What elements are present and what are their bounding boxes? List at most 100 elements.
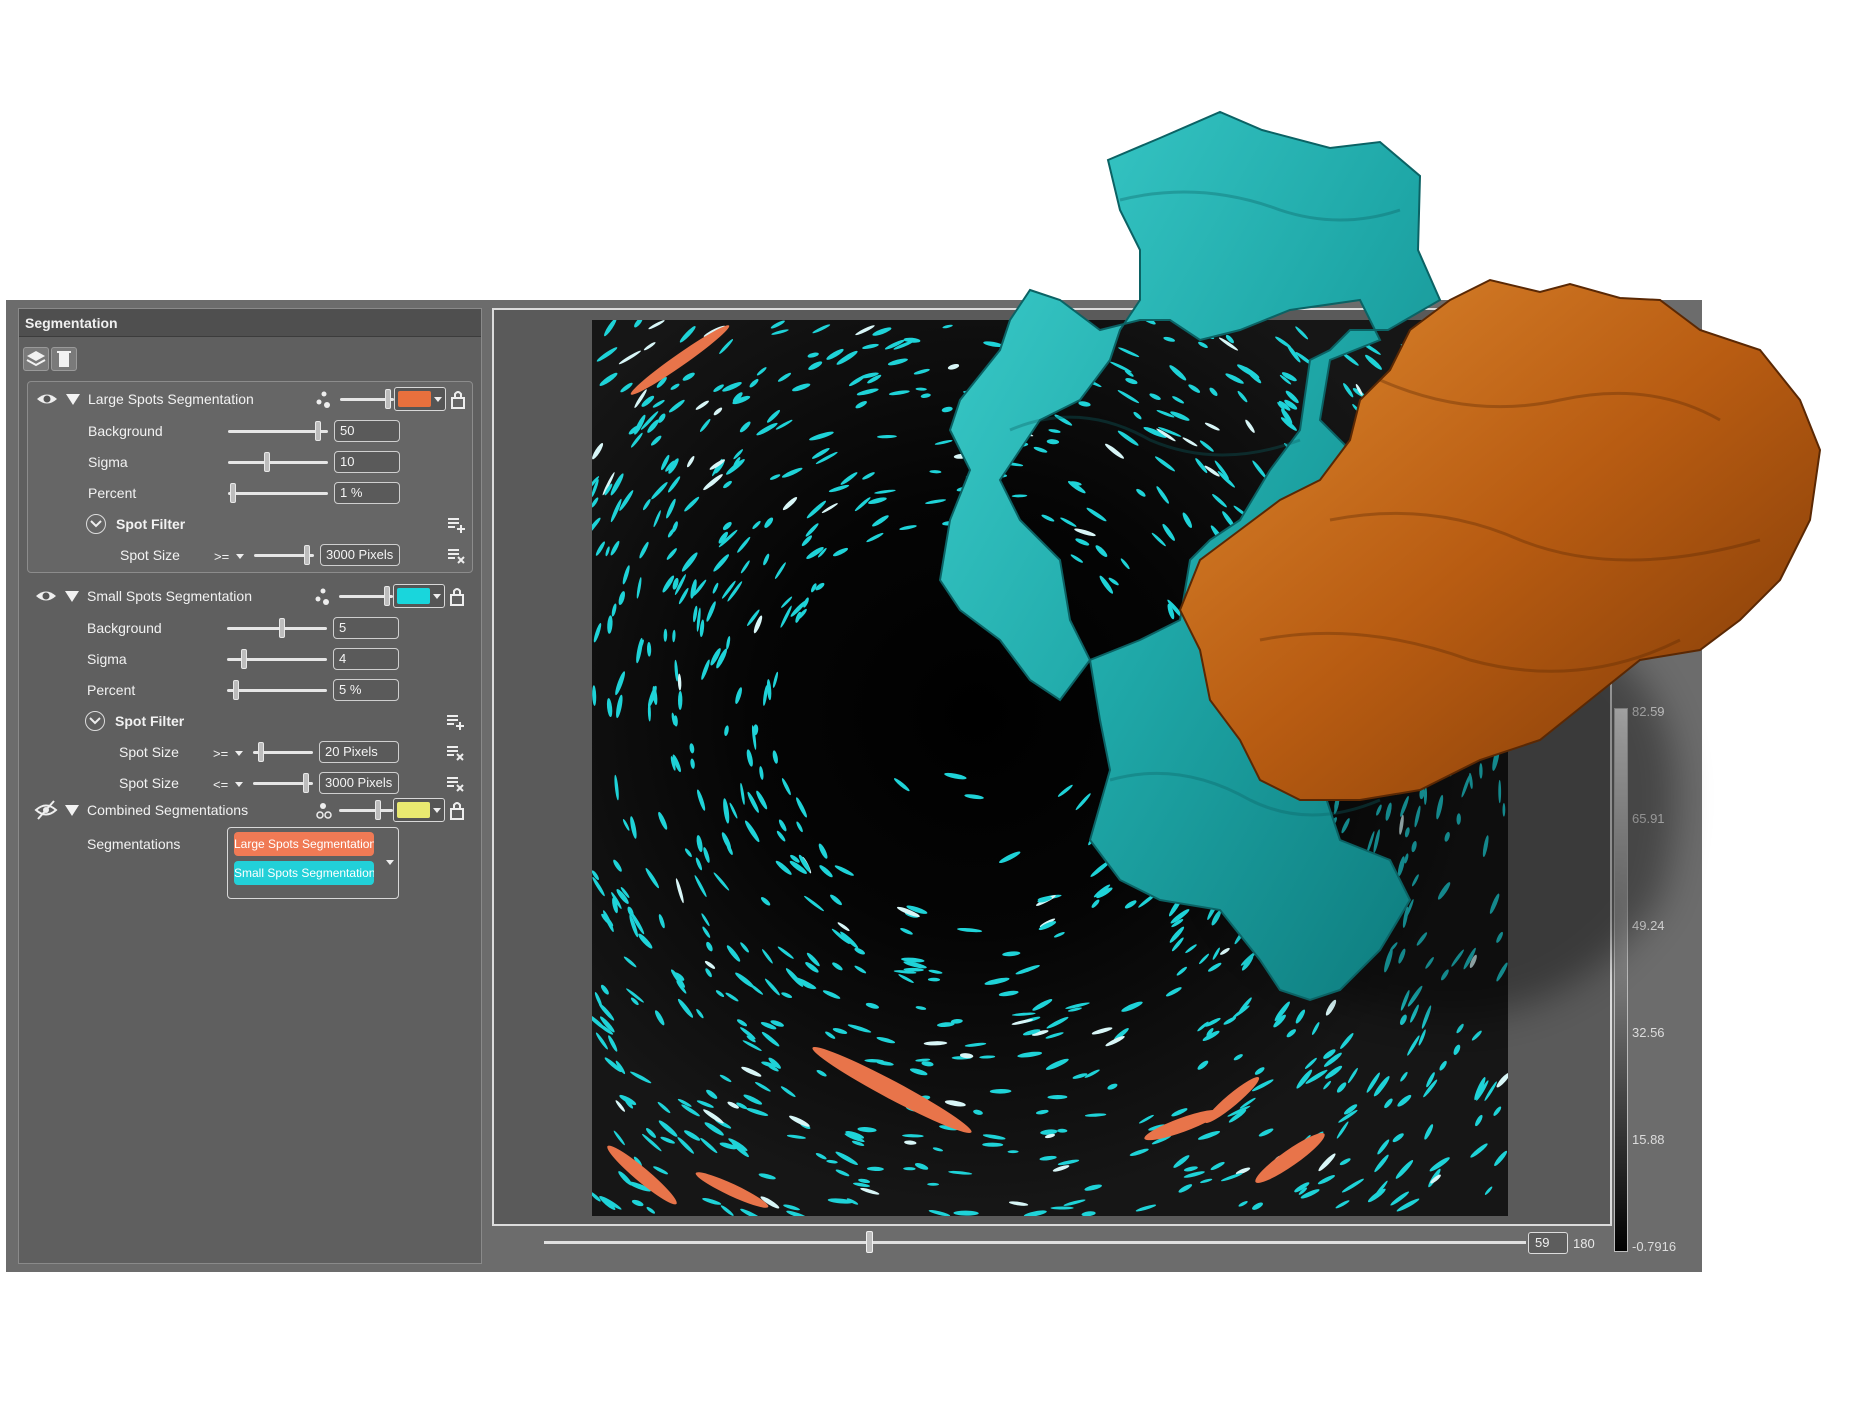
filter-input[interactable]: 3000 Pixels	[320, 544, 400, 566]
color-swatch	[397, 802, 430, 818]
color-picker[interactable]	[393, 798, 445, 822]
param-slider[interactable]	[263, 452, 270, 472]
add-filter-icon[interactable]	[445, 711, 465, 731]
small-spots-header: Small Spots Segmentation	[27, 581, 473, 611]
color-swatch	[398, 391, 431, 407]
filter-operator[interactable]: >=	[213, 747, 228, 760]
color-picker[interactable]	[394, 387, 446, 411]
param-slider[interactable]	[315, 421, 322, 441]
filter-slider[interactable]	[304, 545, 311, 565]
segmentation-app: Segmentation Large Spots Segmentation Ba…	[6, 300, 1702, 1272]
remove-filter-icon[interactable]	[446, 545, 466, 565]
lock-icon[interactable]	[448, 798, 466, 822]
param-label: Sigma	[88, 454, 128, 470]
combine-icon	[316, 803, 332, 819]
colormap-tick-label: -0.7916	[1632, 1239, 1677, 1254]
spot-filter-label: Spot Filter	[115, 713, 185, 729]
eye-icon[interactable]	[33, 581, 59, 611]
param-label: Background	[88, 423, 163, 439]
param-row: Percent 5 %	[27, 675, 473, 705]
param-label: Sigma	[87, 651, 127, 667]
color-picker[interactable]	[393, 584, 445, 608]
microscopy-image[interactable]	[592, 320, 1508, 1216]
slice-slider[interactable]	[865, 1231, 873, 1253]
combined-group: Combined Segmentations Segmentations Lar…	[27, 793, 473, 923]
segmentations-select[interactable]: Large Spots Segmentation Small Spots Segm…	[227, 827, 399, 899]
filter-slider[interactable]	[303, 773, 310, 793]
filter-input[interactable]: 20 Pixels	[319, 741, 399, 763]
eye-hidden-icon[interactable]	[33, 795, 59, 825]
opacity-track	[339, 809, 393, 812]
collapse-triangle-icon[interactable]	[66, 394, 80, 405]
combined-header: Combined Segmentations	[27, 795, 473, 825]
segmentations-label: Segmentations	[87, 836, 181, 852]
param-row: Sigma 10	[28, 447, 474, 477]
image-viewer[interactable]	[492, 308, 1612, 1226]
chevron-down-icon[interactable]	[235, 782, 243, 787]
segmentation-chip[interactable]: Small Spots Segmentation	[234, 861, 374, 885]
remove-filter-icon[interactable]	[445, 742, 465, 762]
chevron-down-icon	[433, 808, 441, 813]
filter-label: Spot Size	[120, 547, 180, 563]
param-input[interactable]: 5	[333, 617, 399, 639]
delete-icon	[57, 351, 71, 367]
remove-filter-icon[interactable]	[445, 773, 465, 793]
slice-slider-track	[544, 1241, 1526, 1244]
delete-button[interactable]	[51, 347, 77, 371]
colormap-tick-label: 82.59	[1632, 704, 1665, 719]
segmentation-panel: Segmentation Large Spots Segmentation Ba…	[18, 308, 482, 1264]
opacity-slider[interactable]	[384, 586, 390, 606]
add-filter-icon[interactable]	[446, 514, 466, 534]
collapse-triangle-icon[interactable]	[65, 805, 79, 816]
opacity-slider[interactable]	[385, 389, 391, 409]
param-track	[228, 492, 328, 495]
param-track	[228, 430, 328, 433]
param-input[interactable]: 10	[334, 451, 400, 473]
param-input[interactable]: 1 %	[334, 482, 400, 504]
chevron-circle-icon[interactable]	[85, 711, 105, 731]
filter-operator[interactable]: <=	[213, 778, 228, 791]
colormap-tick-label: 32.56	[1632, 1025, 1665, 1040]
segmentation-name: Small Spots Segmentation	[87, 588, 252, 604]
filter-slider[interactable]	[258, 742, 265, 762]
lock-icon[interactable]	[449, 387, 467, 411]
layers-icon	[26, 351, 46, 367]
slice-max: 180	[1573, 1236, 1595, 1251]
param-track	[228, 461, 328, 464]
filter-input[interactable]: 3000 Pixels	[319, 772, 399, 794]
param-track	[227, 689, 327, 692]
collapse-triangle-icon[interactable]	[65, 591, 79, 602]
colormap-tick-label: 49.24	[1632, 918, 1665, 933]
panel-title: Segmentation	[19, 309, 481, 337]
slice-input[interactable]: 59	[1528, 1232, 1568, 1254]
chevron-down-icon	[434, 397, 442, 402]
param-input[interactable]: 50	[334, 420, 400, 442]
spot	[1502, 803, 1506, 817]
filter-operator[interactable]: >=	[214, 550, 229, 563]
param-input[interactable]: 5 %	[333, 679, 399, 701]
param-slider[interactable]	[232, 680, 239, 700]
chevron-down-icon	[433, 594, 441, 599]
chevron-circle-icon[interactable]	[86, 514, 106, 534]
filter-label: Spot Size	[119, 744, 179, 760]
lock-icon[interactable]	[448, 584, 466, 608]
opacity-slider[interactable]	[375, 800, 381, 820]
chevron-down-icon[interactable]	[236, 554, 244, 559]
segmentation-name: Combined Segmentations	[87, 802, 249, 818]
spots-icon	[315, 588, 329, 605]
chevron-down-icon	[386, 860, 394, 865]
layers-button[interactable]	[23, 347, 49, 371]
param-input[interactable]: 4	[333, 648, 399, 670]
param-slider[interactable]	[229, 483, 236, 503]
param-slider[interactable]	[241, 649, 248, 669]
segmentation-name: Large Spots Segmentation	[88, 391, 254, 407]
small-spots-group: Small Spots Segmentation Background 5 Sigm…	[27, 579, 473, 794]
eye-icon[interactable]	[34, 384, 60, 414]
param-row: Sigma 4	[27, 644, 473, 674]
param-slider[interactable]	[278, 618, 285, 638]
param-label: Percent	[88, 485, 137, 501]
spot-filter-label: Spot Filter	[116, 516, 186, 532]
chevron-down-icon[interactable]	[235, 751, 243, 756]
param-row: Background 5	[27, 613, 473, 643]
segmentation-chip[interactable]: Large Spots Segmentation	[234, 832, 374, 856]
